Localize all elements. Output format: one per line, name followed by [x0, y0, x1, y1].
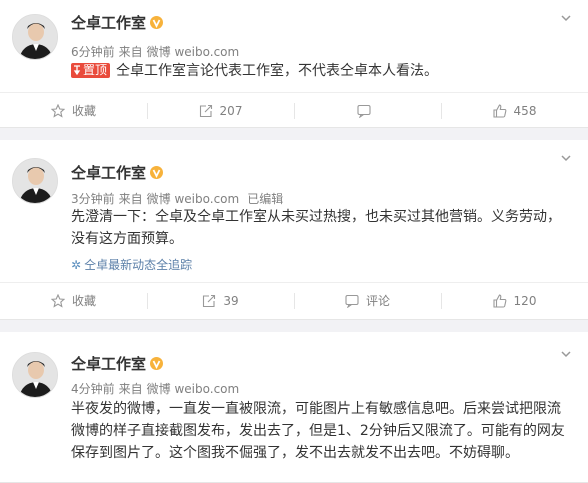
comment-button[interactable] [294, 93, 441, 128]
weibo-feed: 仝卓工作室 6分钟前 来自 微博 weibo.com 置顶 仝卓工作室言论代表工作室，… [0, 0, 588, 483]
favorite-button[interactable]: 收藏 [0, 93, 147, 128]
avatar[interactable] [12, 352, 58, 398]
repost-button[interactable]: 207 [147, 93, 294, 128]
post-meta: 4分钟前 来自 微博 weibo.com [71, 382, 240, 396]
like-button[interactable]: 120 [441, 283, 588, 318]
thumbs-up-icon [492, 293, 506, 308]
repost-icon [199, 104, 212, 117]
post-meta: 6分钟前 来自 微博 weibo.com [71, 45, 240, 59]
avatar[interactable] [12, 14, 58, 60]
post-text: 先澄清一下：仝卓及仝卓工作室从未买过热搜，也未买过其他营销。义务劳动，没有这方面… [71, 209, 561, 247]
thumbs-up-icon [492, 103, 506, 118]
action-bar: 收藏 39 评论 120 [0, 282, 588, 318]
post-meta: 3分钟前 来自 微博 weibo.com 已编辑 [71, 192, 284, 206]
chevron-down-icon[interactable] [560, 152, 572, 164]
verified-badge-icon [150, 357, 164, 370]
topic-link[interactable]: ✲ 仝卓最新动态全追踪 [71, 256, 192, 273]
pin-icon [73, 65, 81, 75]
post-card: 仝卓工作室 4分钟前 来自 微博 weibo.com 半夜发的微博，一直发一直被限流… [0, 332, 588, 483]
comment-button[interactable]: 评论 [294, 283, 441, 318]
post-card-pinned: 仝卓工作室 6分钟前 来自 微博 weibo.com 置顶 仝卓工作室言论代表工作室，… [0, 0, 588, 128]
star-icon [50, 103, 65, 118]
star-icon [50, 293, 65, 308]
post-text: 半夜发的微博，一直发一直被限流，可能图片上有敏感信息吧。后来尝试把限流微博的样子… [71, 401, 565, 461]
chevron-down-icon[interactable] [560, 12, 572, 24]
repost-button[interactable]: 39 [147, 283, 294, 318]
favorite-button[interactable]: 收藏 [0, 283, 147, 318]
post-card: 仝卓工作室 3分钟前 来自 微博 weibo.com 已编辑 先澄清一下：仝卓及仝卓工… [0, 140, 588, 320]
action-bar: 收藏 207 458 [0, 92, 588, 128]
author-name[interactable]: 仝卓工作室 [71, 12, 164, 33]
chevron-down-icon[interactable] [560, 348, 572, 360]
like-button[interactable]: 458 [441, 93, 588, 128]
avatar[interactable] [12, 158, 58, 204]
repost-icon [203, 294, 216, 307]
comment-icon [345, 294, 359, 308]
verified-badge-icon [150, 16, 164, 29]
author-name[interactable]: 仝卓工作室 [71, 353, 164, 374]
verified-badge-icon [150, 166, 164, 179]
sparkle-icon: ✲ [71, 258, 82, 272]
author-name[interactable]: 仝卓工作室 [71, 162, 164, 183]
pinned-badge: 置顶 [71, 63, 111, 78]
post-text: 置顶 仝卓工作室言论代表工作室，不代表仝卓本人看法。 [71, 60, 574, 82]
comment-icon [357, 104, 371, 118]
